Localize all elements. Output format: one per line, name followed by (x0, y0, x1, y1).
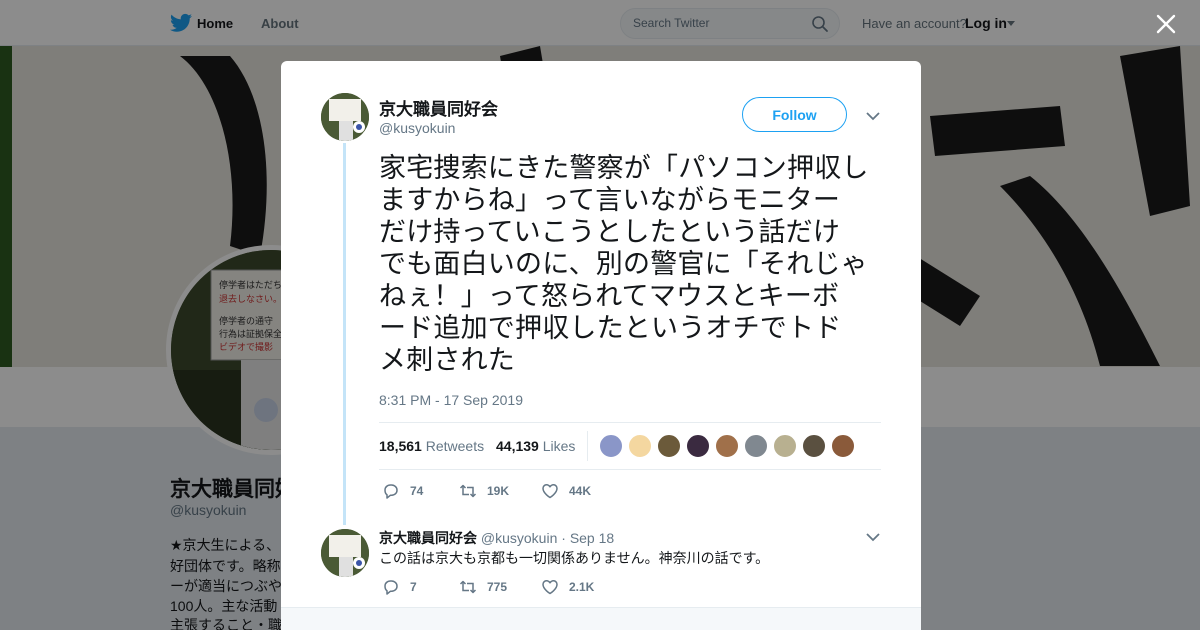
liker-avatar[interactable] (744, 434, 768, 458)
heart-icon (542, 580, 558, 595)
like-count: 2.1K (569, 580, 595, 594)
reply-text: この話は京大も京都も一切関係ありません。神奈川の話です。 (379, 550, 770, 566)
like-action[interactable]: 44K (541, 482, 591, 500)
avatar-photo (321, 529, 369, 577)
liker-avatar[interactable] (831, 434, 855, 458)
divider (379, 469, 881, 470)
tweet-text-line: メ刺された (379, 345, 515, 375)
chevron-down-icon[interactable] (866, 111, 880, 121)
reply-author-name[interactable]: 京大職員同好会 (379, 530, 477, 546)
author-avatar[interactable] (321, 93, 369, 141)
reply-date[interactable]: Sep 18 (570, 530, 614, 546)
liker-avatar[interactable] (657, 434, 681, 458)
tweet-text: 家宅捜索にきた警察が「パソコン押収し ますからね」って言いながらモニター だけ持… (379, 152, 889, 376)
likes-stat[interactable]: 44,139 Likes (496, 438, 575, 454)
likes-count: 44,139 (496, 438, 539, 454)
retweet-action[interactable]: 775 (459, 578, 507, 596)
reply-author-handle[interactable]: @kusyokuin (481, 530, 557, 546)
separator-dot: · (561, 530, 566, 546)
like-count: 44K (569, 484, 592, 498)
reply-icon (384, 484, 398, 499)
retweet-icon (459, 484, 477, 498)
reply-action[interactable]: 74 (382, 482, 423, 500)
modal-footer (281, 607, 921, 630)
liker-avatar[interactable] (802, 434, 826, 458)
liker-avatar[interactable] (715, 434, 739, 458)
tweet-text-line: 家宅捜索にきた警察が「パソコン押収し (379, 153, 869, 183)
reply-action[interactable]: 7 (382, 578, 417, 596)
tweet-text-line: でも面白いのに、別の警官に「それじゃ (379, 249, 868, 279)
close-icon[interactable] (1154, 12, 1178, 36)
author-name[interactable]: 京大職員同好会 (379, 95, 498, 120)
retweets-stat[interactable]: 18,561 Retweets (379, 438, 484, 454)
chevron-down-icon[interactable] (866, 532, 880, 542)
like-action[interactable]: 2.1K (541, 578, 594, 596)
liker-avatar[interactable] (773, 434, 797, 458)
reply-author-avatar[interactable] (321, 529, 369, 577)
reply-count: 7 (410, 580, 417, 594)
reply-icon (384, 580, 398, 595)
divider (379, 422, 881, 423)
thread-line (343, 143, 346, 525)
follow-button[interactable]: Follow (742, 97, 847, 132)
retweet-icon (459, 580, 477, 594)
liker-avatar[interactable] (628, 434, 652, 458)
tweet-modal: 京大職員同好会 @kusyokuin Follow 家宅捜索にきた警察が「パソコ… (281, 61, 921, 630)
liker-avatar[interactable] (599, 434, 623, 458)
tweet-text-line: ますからね」って言いながらモニター (379, 185, 841, 215)
tweet-timestamp[interactable]: 8:31 PM - 17 Sep 2019 (379, 392, 523, 408)
retweets-label: Retweets (425, 438, 485, 454)
tweet-text-line: ねぇ！」って怒られてマウスとキーボ (379, 281, 840, 311)
liker-avatar[interactable] (686, 434, 710, 458)
tweet-text-line: ード追加で押収したというオチでトド (379, 313, 842, 343)
author-handle[interactable]: @kusyokuin (379, 120, 455, 136)
avatar-photo (321, 93, 369, 141)
retweet-count: 19K (487, 484, 510, 498)
likes-label: Likes (542, 438, 576, 454)
tweet-text-line: だけ持っていこうとしたという話だけ (379, 217, 841, 247)
retweets-count: 18,561 (379, 438, 422, 454)
divider (587, 431, 588, 461)
reply-count: 74 (410, 484, 424, 498)
heart-icon (542, 484, 558, 499)
retweet-count: 775 (487, 580, 508, 594)
retweet-action[interactable]: 19K (459, 482, 509, 500)
reply-header: 京大職員同好会 @kusyokuin · Sep 18 (379, 528, 614, 548)
